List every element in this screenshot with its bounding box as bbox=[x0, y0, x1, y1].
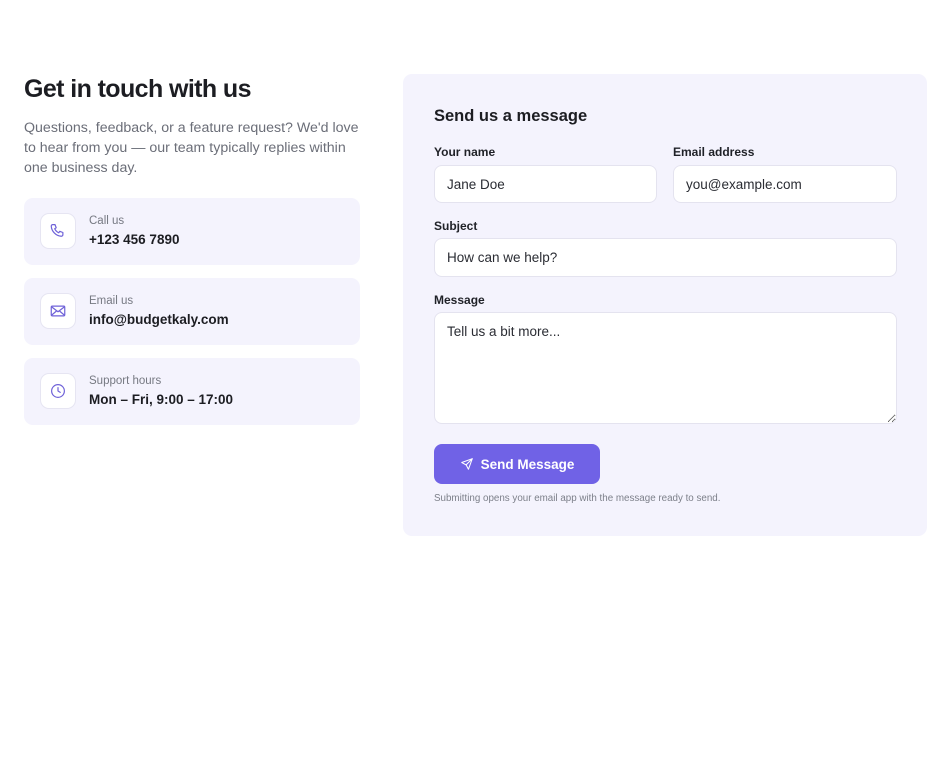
phone-number[interactable]: +123 456 7890 bbox=[89, 232, 179, 247]
email-input[interactable] bbox=[673, 165, 897, 203]
contact-card-label: Support hours bbox=[89, 375, 162, 387]
send-message-label: Send Message bbox=[480, 456, 575, 472]
support-hours: Mon – Fri, 9:00 – 17:00 bbox=[89, 392, 234, 407]
contact-card-email: Email us info@budgetkaly.com bbox=[24, 278, 360, 345]
name-input[interactable] bbox=[434, 165, 657, 203]
send-message-button[interactable]: Send Message bbox=[434, 444, 600, 484]
message-label: Message bbox=[434, 293, 485, 307]
contact-card-hours: Support hours Mon – Fri, 9:00 – 17:00 bbox=[24, 358, 360, 425]
contact-card-label: Email us bbox=[89, 295, 134, 307]
phone-icon bbox=[40, 213, 76, 249]
mail-icon bbox=[40, 293, 76, 329]
contact-card-label: Call us bbox=[89, 215, 125, 227]
message-textarea[interactable] bbox=[434, 312, 897, 424]
clock-icon bbox=[40, 373, 76, 409]
intro-text: Questions, feedback, or a feature reques… bbox=[24, 120, 359, 176]
email-address[interactable]: info@budgetkaly.com bbox=[89, 312, 229, 327]
send-icon bbox=[460, 458, 473, 470]
subject-input[interactable] bbox=[434, 238, 897, 277]
message-form-panel: Send us a message Your name Email addres… bbox=[403, 74, 927, 536]
name-label: Your name bbox=[434, 145, 496, 159]
contact-card-phone: Call us +123 456 7890 bbox=[24, 198, 360, 265]
contact-info-section: Get in touch with us Questions, feedback… bbox=[24, 74, 360, 425]
email-label: Email address bbox=[673, 145, 755, 159]
page-title: Get in touch with us bbox=[24, 75, 251, 103]
submit-hint: Submitting opens your email app with the… bbox=[434, 493, 721, 504]
subject-label: Subject bbox=[434, 219, 478, 233]
form-title: Send us a message bbox=[434, 107, 588, 125]
